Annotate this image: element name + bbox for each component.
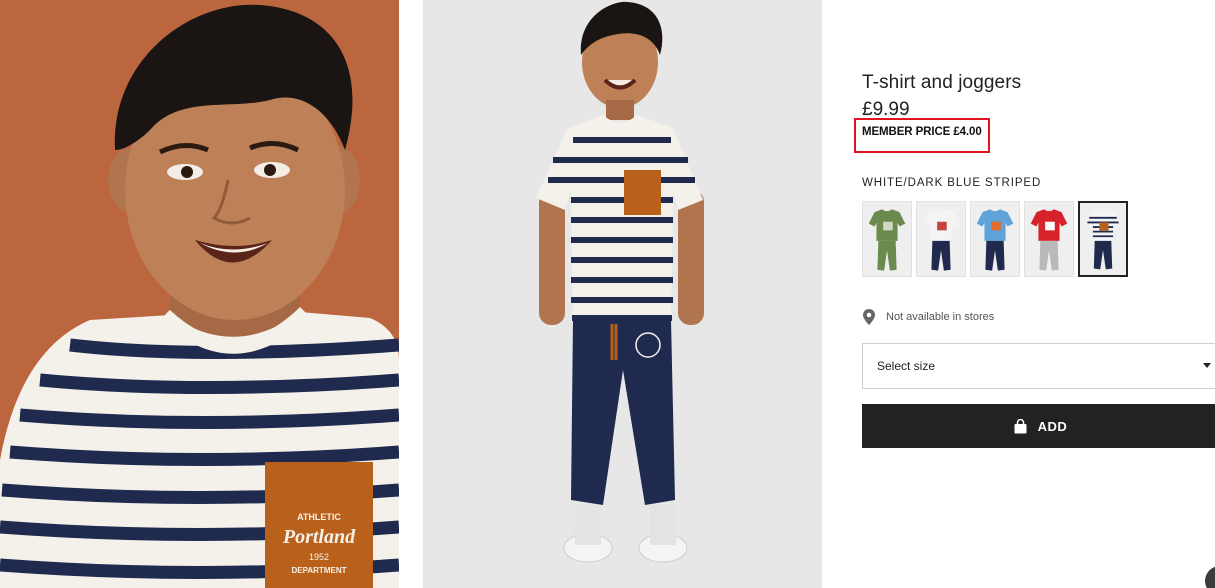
swatch-thumbnail [1025,202,1073,276]
product-title: T-shirt and joggers [862,72,1022,93]
color-swatches [862,201,1128,277]
swatch-thumbnail [917,202,965,276]
location-pin-icon [863,309,875,325]
pocket-text-main: Portland [282,526,356,548]
swatch-thumbnail [1080,204,1126,274]
chevron-down-icon [1203,363,1211,368]
add-to-bag-button[interactable]: ADD [862,404,1215,448]
closeup-photo-illustration: ATHLETIC Portland 1952 DEPARTMENT [0,0,399,588]
store-availability: Not available in stores [862,309,994,325]
pocket-text-year: 1952 [309,552,329,562]
pocket-text-bottom: DEPARTMENT [292,566,347,575]
selected-color-name: WHITE/DARK BLUE STRIPED [862,177,1042,189]
swatch-green-dinosaur-set[interactable] [862,201,912,277]
size-select-label: Select size [877,359,936,373]
swatch-white-dark-blue-striped-set[interactable] [1078,201,1128,277]
swatch-thumbnail [863,202,911,276]
member-price: MEMBER PRICE £4.00 [862,126,982,138]
full-body-photo-illustration [423,0,822,588]
product-image-closeup[interactable]: ATHLETIC Portland 1952 DEPARTMENT [0,0,399,588]
pocket-text-top: ATHLETIC [297,512,341,522]
size-select[interactable]: Select size [862,343,1215,389]
swatch-thumbnail [971,202,1019,276]
shopping-bag-icon [1014,418,1027,433]
product-info-panel: T-shirt and joggers £9.99 MEMBER PRICE £… [854,0,1215,588]
add-button-label: ADD [1037,418,1068,434]
swatch-white-print-set[interactable] [916,201,966,277]
swatch-blue-shark-set[interactable] [970,201,1020,277]
availability-text: Not available in stores [886,311,995,323]
swatch-new-york-set[interactable] [1024,201,1074,277]
product-image-full-body[interactable] [423,0,822,588]
